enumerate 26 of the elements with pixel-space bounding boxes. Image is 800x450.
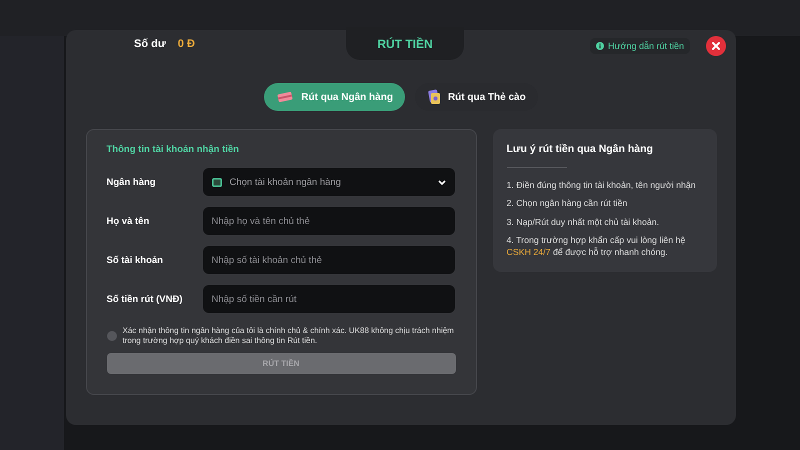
note-text: 1. Điền đúng thông tin tài khoản, tên người nhận — [506, 180, 697, 192]
consent-checkbox[interactable] — [106, 331, 116, 342]
balance-label: Số dư — [134, 38, 166, 50]
field-label: Số tài khoản — [106, 254, 164, 266]
close-icon — [711, 41, 721, 51]
field-label: Số tiền rút (VNĐ) — [106, 294, 184, 304]
bank-select[interactable]: Chọn tài khoản ngân hàng — [202, 168, 454, 196]
note-text: 4. Trong trường hợp khẩn cấp vui lòng liên hệ CSKH 24/7 để được hỗ trợ nhanh chóng. — [506, 235, 686, 258]
money-icon — [276, 90, 294, 104]
close-button[interactable] — [706, 36, 726, 56]
input-field[interactable]: Nhập số tài khoản chủ thẻ — [202, 246, 454, 274]
info-icon — [596, 42, 604, 50]
input-field[interactable]: Nhập họ và tên chủ thẻ — [202, 207, 454, 235]
field-label: Họ và tên — [106, 216, 150, 226]
guide-link[interactable]: Hướng dẫn rút tiền — [590, 38, 690, 54]
note-text: 3. Nạp/Rút duy nhất một chủ tài khoản. — [506, 216, 660, 228]
field-label: Ngân hàng — [106, 176, 157, 188]
note-text: 2. Chọn ngân hàng cần rút tiền — [506, 198, 628, 210]
form-title: Thông tin tài khoản nhận tiền — [106, 144, 240, 155]
balance-value: 0 Đ — [178, 38, 195, 50]
notes-title: Lưu ý rút tiền qua Ngân hàng — [506, 143, 654, 155]
dialog-title: RÚT TIỀN — [346, 27, 464, 60]
input-field[interactable]: Nhập số tiền cần rút — [202, 285, 454, 313]
consent-text: Xác nhận thông tin ngân hàng của tôi là chính chủ & chính xác. UK88 không chịu trách nhiệm trong trường hợp quý khách điền sai thông tin Rút tiền. — [122, 326, 455, 347]
support-link[interactable]: CSKH 24/7 — [506, 246, 551, 257]
chevron-down-icon — [438, 180, 446, 184]
